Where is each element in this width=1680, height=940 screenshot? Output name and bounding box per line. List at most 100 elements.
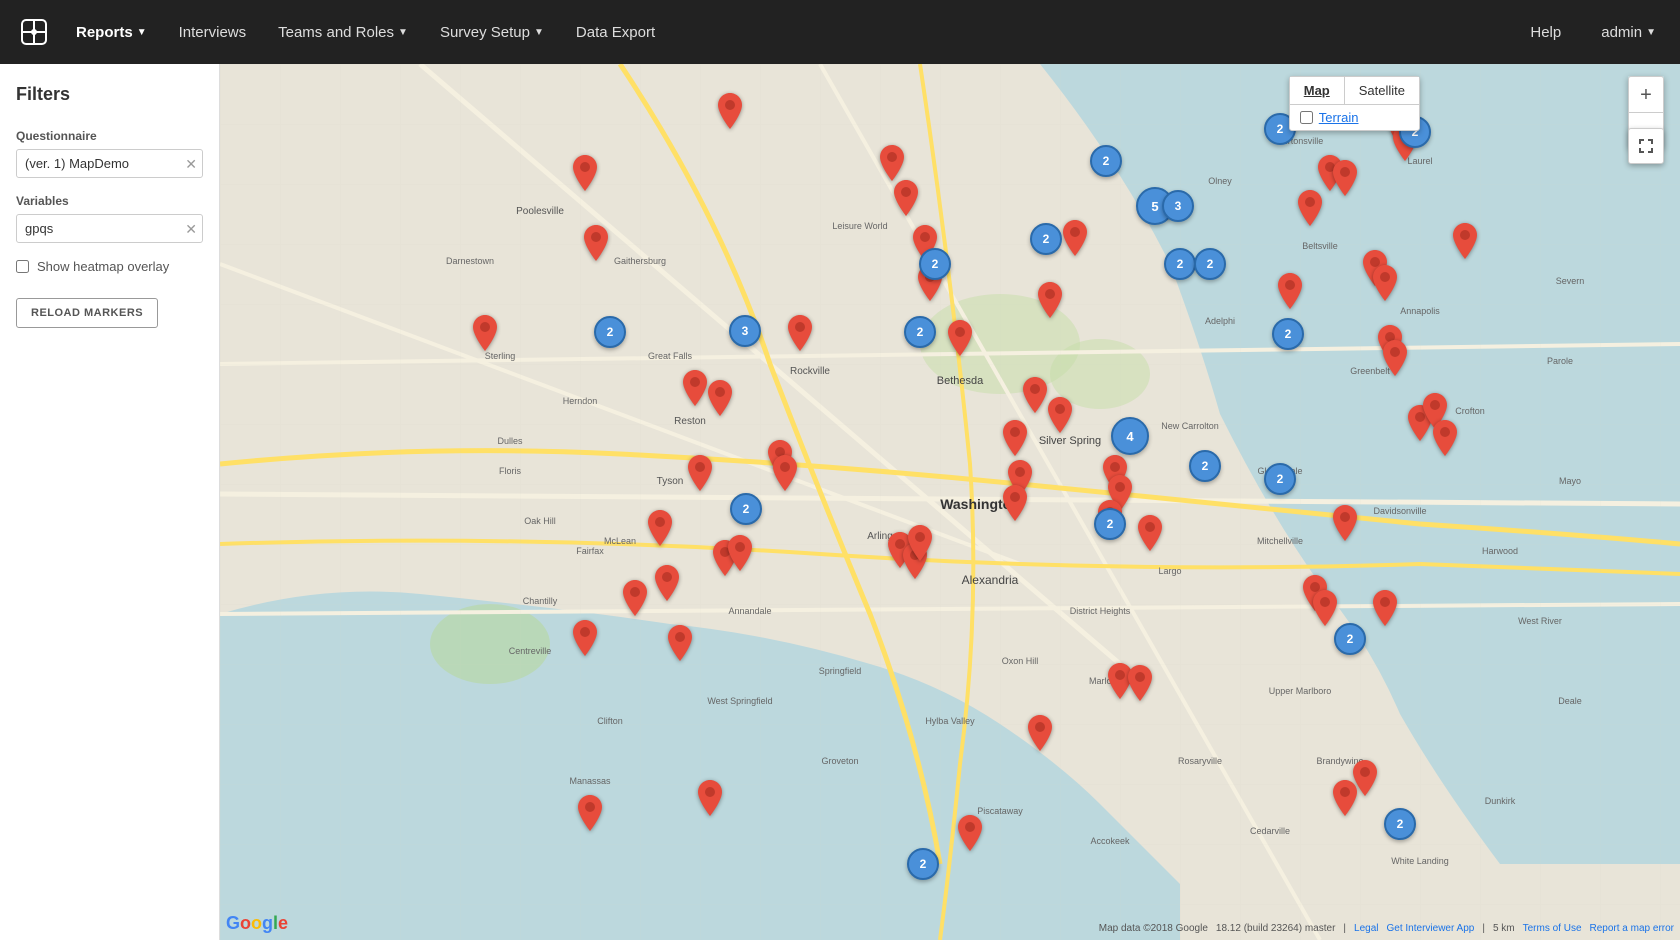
- admin-arrow-icon: ▼: [1646, 27, 1656, 38]
- terrain-row[interactable]: Terrain: [1290, 104, 1419, 130]
- cluster-marker[interactable]: 3: [1162, 190, 1194, 222]
- map-type-row: Map Satellite: [1290, 77, 1419, 104]
- nav-reports[interactable]: Reports ▼: [60, 0, 163, 64]
- red-marker[interactable]: [708, 380, 732, 419]
- questionnaire-label: Questionnaire: [16, 129, 203, 143]
- variables-input[interactable]: [16, 214, 203, 243]
- red-marker[interactable]: [473, 315, 497, 354]
- cluster-marker[interactable]: 2: [1194, 248, 1226, 280]
- svg-text:Tyson: Tyson: [657, 476, 684, 487]
- red-marker[interactable]: [1383, 340, 1407, 379]
- questionnaire-input[interactable]: [16, 149, 203, 178]
- map-container: Washington Alexandria Bethesda Silver Sp…: [220, 64, 1680, 940]
- cluster-marker[interactable]: 2: [730, 493, 762, 525]
- red-marker[interactable]: [718, 93, 742, 132]
- red-marker[interactable]: [948, 320, 972, 359]
- red-marker[interactable]: [1373, 590, 1397, 629]
- zoom-in-button[interactable]: +: [1628, 76, 1664, 112]
- red-marker[interactable]: [1278, 273, 1302, 312]
- red-marker[interactable]: [584, 225, 608, 264]
- red-marker[interactable]: [623, 580, 647, 619]
- cluster-marker[interactable]: 2: [1272, 318, 1304, 350]
- map-type-satellite-button[interactable]: Satellite: [1345, 77, 1419, 104]
- red-marker[interactable]: [788, 315, 812, 354]
- red-marker[interactable]: [688, 455, 712, 494]
- cluster-marker[interactable]: 2: [594, 316, 626, 348]
- red-marker[interactable]: [573, 620, 597, 659]
- nav-survey-setup[interactable]: Survey Setup ▼: [424, 0, 560, 64]
- red-marker[interactable]: [908, 525, 932, 564]
- red-marker[interactable]: [1048, 397, 1072, 436]
- red-marker[interactable]: [698, 780, 722, 819]
- nav-data-export[interactable]: Data Export: [560, 0, 671, 64]
- map-attribution-text: Map data ©2018 Google: [1099, 923, 1208, 934]
- nav-interviews[interactable]: Interviews: [163, 0, 263, 64]
- svg-text:Oxon Hill: Oxon Hill: [1002, 656, 1039, 666]
- reload-markers-button[interactable]: RELOAD MARKERS: [16, 298, 158, 328]
- red-marker[interactable]: [1003, 420, 1027, 459]
- red-marker[interactable]: [655, 565, 679, 604]
- cluster-marker[interactable]: 2: [1094, 508, 1126, 540]
- red-marker[interactable]: [1028, 715, 1052, 754]
- red-marker[interactable]: [1038, 282, 1062, 321]
- svg-text:Upper Marlboro: Upper Marlboro: [1269, 686, 1332, 696]
- red-marker[interactable]: [728, 535, 752, 574]
- red-marker[interactable]: [668, 625, 692, 664]
- terrain-label: Terrain: [1319, 110, 1359, 125]
- heatmap-checkbox-row[interactable]: Show heatmap overlay: [16, 259, 203, 274]
- svg-text:Herndon: Herndon: [563, 396, 598, 406]
- legal-link[interactable]: Legal: [1354, 923, 1378, 934]
- cluster-marker[interactable]: 2: [907, 848, 939, 880]
- cluster-marker[interactable]: 2: [1334, 623, 1366, 655]
- red-marker[interactable]: [773, 455, 797, 494]
- svg-text:Dunkirk: Dunkirk: [1485, 796, 1516, 806]
- cluster-marker[interactable]: 2: [1164, 248, 1196, 280]
- svg-text:Clifton: Clifton: [597, 716, 623, 726]
- variables-clear-button[interactable]: ✕: [185, 222, 197, 236]
- red-marker[interactable]: [573, 155, 597, 194]
- terrain-checkbox[interactable]: [1300, 111, 1313, 124]
- red-marker[interactable]: [1023, 377, 1047, 416]
- red-marker[interactable]: [1138, 515, 1162, 554]
- red-marker[interactable]: [1063, 220, 1087, 259]
- nav-teams[interactable]: Teams and Roles ▼: [262, 0, 424, 64]
- cluster-marker[interactable]: 2: [1030, 223, 1062, 255]
- red-marker[interactable]: [1433, 420, 1457, 459]
- cluster-marker[interactable]: 2: [1090, 145, 1122, 177]
- svg-text:Floris: Floris: [499, 466, 521, 476]
- questionnaire-clear-button[interactable]: ✕: [185, 157, 197, 171]
- red-marker[interactable]: [894, 180, 918, 219]
- nav-admin[interactable]: admin ▼: [1593, 0, 1664, 64]
- red-marker[interactable]: [578, 795, 602, 834]
- red-marker[interactable]: [1453, 223, 1477, 262]
- cluster-marker[interactable]: 2: [1264, 463, 1296, 495]
- cluster-marker[interactable]: 2: [904, 316, 936, 348]
- red-marker[interactable]: [648, 510, 672, 549]
- svg-text:Centreville: Centreville: [509, 646, 552, 656]
- report-error-link[interactable]: Report a map error: [1590, 923, 1674, 934]
- nav-help[interactable]: Help: [1522, 0, 1569, 64]
- fullscreen-button[interactable]: [1628, 128, 1664, 164]
- cluster-marker[interactable]: 2: [1189, 450, 1221, 482]
- svg-text:Reston: Reston: [674, 416, 706, 427]
- red-marker[interactable]: [1298, 190, 1322, 229]
- red-marker[interactable]: [1333, 505, 1357, 544]
- red-marker[interactable]: [1128, 665, 1152, 704]
- svg-text:Parole: Parole: [1547, 356, 1573, 366]
- red-marker[interactable]: [1333, 780, 1357, 819]
- svg-text:Dulles: Dulles: [497, 436, 523, 446]
- red-marker[interactable]: [683, 370, 707, 409]
- red-marker[interactable]: [880, 145, 904, 184]
- red-marker[interactable]: [1003, 485, 1027, 524]
- cluster-marker[interactable]: 2: [1384, 808, 1416, 840]
- cluster-marker[interactable]: 3: [729, 315, 761, 347]
- get-interviewer-link[interactable]: Get Interviewer App: [1387, 923, 1475, 934]
- red-marker[interactable]: [1333, 160, 1357, 199]
- cluster-marker[interactable]: 2: [919, 248, 951, 280]
- cluster-marker[interactable]: 4: [1111, 417, 1149, 455]
- map-type-map-button[interactable]: Map: [1290, 77, 1345, 104]
- heatmap-checkbox[interactable]: [16, 260, 29, 273]
- red-marker[interactable]: [1373, 265, 1397, 304]
- red-marker[interactable]: [958, 815, 982, 854]
- terms-link[interactable]: Terms of Use: [1523, 923, 1582, 934]
